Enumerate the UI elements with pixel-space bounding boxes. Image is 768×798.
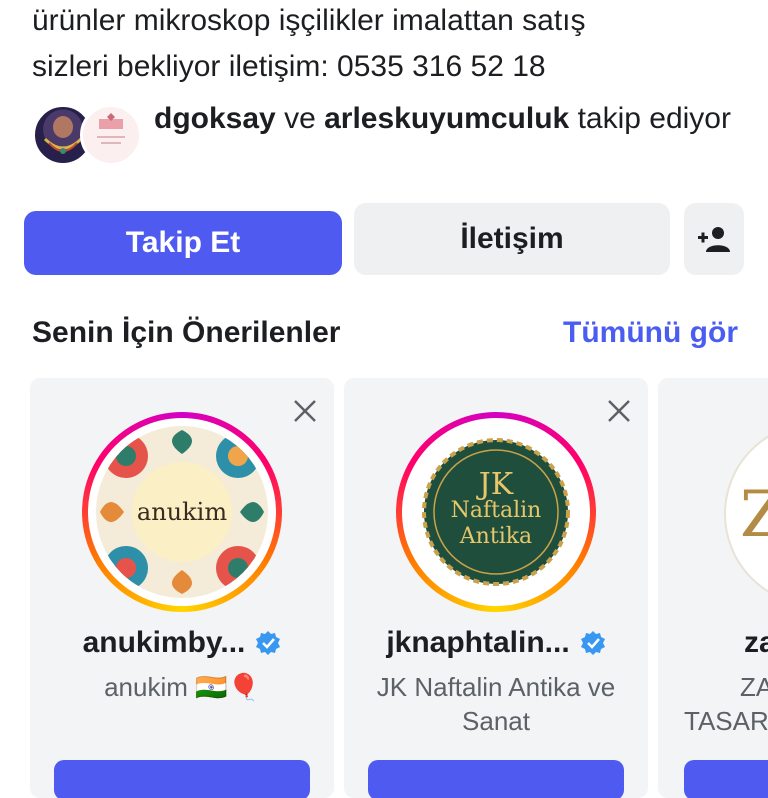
suggestion-full-name-line1: ZA xyxy=(740,672,768,702)
suggestion-full-name: JK Naftalin Antika ve Sanat xyxy=(376,672,616,736)
profile-picture[interactable]: Z xyxy=(724,422,768,606)
logo-text-block: JK Naftalin Antika xyxy=(410,467,582,550)
suggestion-full-name-line2: TASAR xyxy=(684,706,768,736)
close-icon[interactable] xyxy=(604,396,634,426)
story-ring[interactable]: anukim xyxy=(82,412,282,612)
bio-line-2: sizleri bekliyor iletişim: 0535 316 52 1… xyxy=(32,50,546,83)
username-text: jknaphtalin... xyxy=(386,626,570,659)
profile-bio: ürünler mikroskop işçilikler imalattan s… xyxy=(32,0,752,90)
profile-picture: anukim xyxy=(96,426,268,598)
suggestion-card[interactable]: Z za ZA TASAR xyxy=(658,378,768,798)
jewelry-logo xyxy=(97,113,125,144)
person-add-icon xyxy=(698,227,730,252)
logo-letter: Z xyxy=(740,478,768,552)
add-person-button[interactable] xyxy=(684,203,744,275)
followed-by-text: dgoksay ve arleskuyumculuk takip ediyor xyxy=(154,98,744,139)
close-icon[interactable] xyxy=(290,396,320,426)
suggestion-username[interactable]: anukimby... xyxy=(30,626,334,660)
suggestions-header: Senin İçin Önerilenler Tümünü gör xyxy=(32,312,738,360)
suggestion-username[interactable]: jknaphtalin... xyxy=(344,626,648,660)
follow-suggestion-button[interactable] xyxy=(54,760,310,798)
logo-text: anukim xyxy=(136,498,228,526)
follower-username[interactable]: arleskuyumculuk xyxy=(324,102,569,135)
avatar xyxy=(80,104,142,166)
contact-button[interactable]: İletişim xyxy=(354,203,670,275)
verified-badge-icon xyxy=(256,631,281,655)
suggestions-title: Senin İçin Önerilenler xyxy=(32,316,341,349)
followed-suffix: takip ediyor xyxy=(577,102,731,135)
connector-text: ve xyxy=(284,102,316,135)
follow-button[interactable]: Takip Et xyxy=(24,211,342,275)
follow-suggestion-button[interactable] xyxy=(684,760,768,798)
suggestion-username[interactable]: za xyxy=(744,626,768,660)
story-ring[interactable]: JK Naftalin Antika xyxy=(396,412,596,612)
username-text: anukimby... xyxy=(82,626,246,659)
profile-picture: JK Naftalin Antika xyxy=(410,426,582,598)
suggestion-card[interactable]: JK Naftalin Antika jknaphtalin... JK Naf… xyxy=(344,378,648,798)
suggestion-card[interactable]: anukim anukimby... anukim 🇮🇳🎈 xyxy=(30,378,334,798)
follow-suggestion-button[interactable] xyxy=(368,760,624,798)
logo-text: Antika xyxy=(459,524,533,549)
follower-username[interactable]: dgoksay xyxy=(154,102,276,135)
logo-text: Naftalin xyxy=(450,498,542,523)
bio-line-1: ürünler mikroskop işçilikler imalattan s… xyxy=(32,4,586,37)
verified-badge-icon xyxy=(580,631,605,655)
profile-actions: Takip Et İletişim xyxy=(24,203,744,275)
logo-text: JK xyxy=(478,467,514,502)
see-all-link[interactable]: Tümünü gör xyxy=(563,316,738,350)
follower-avatars xyxy=(32,104,142,166)
followed-by[interactable]: dgoksay ve arleskuyumculuk takip ediyor xyxy=(32,98,752,182)
suggestion-full-name: anukim 🇮🇳🎈 xyxy=(104,672,260,702)
